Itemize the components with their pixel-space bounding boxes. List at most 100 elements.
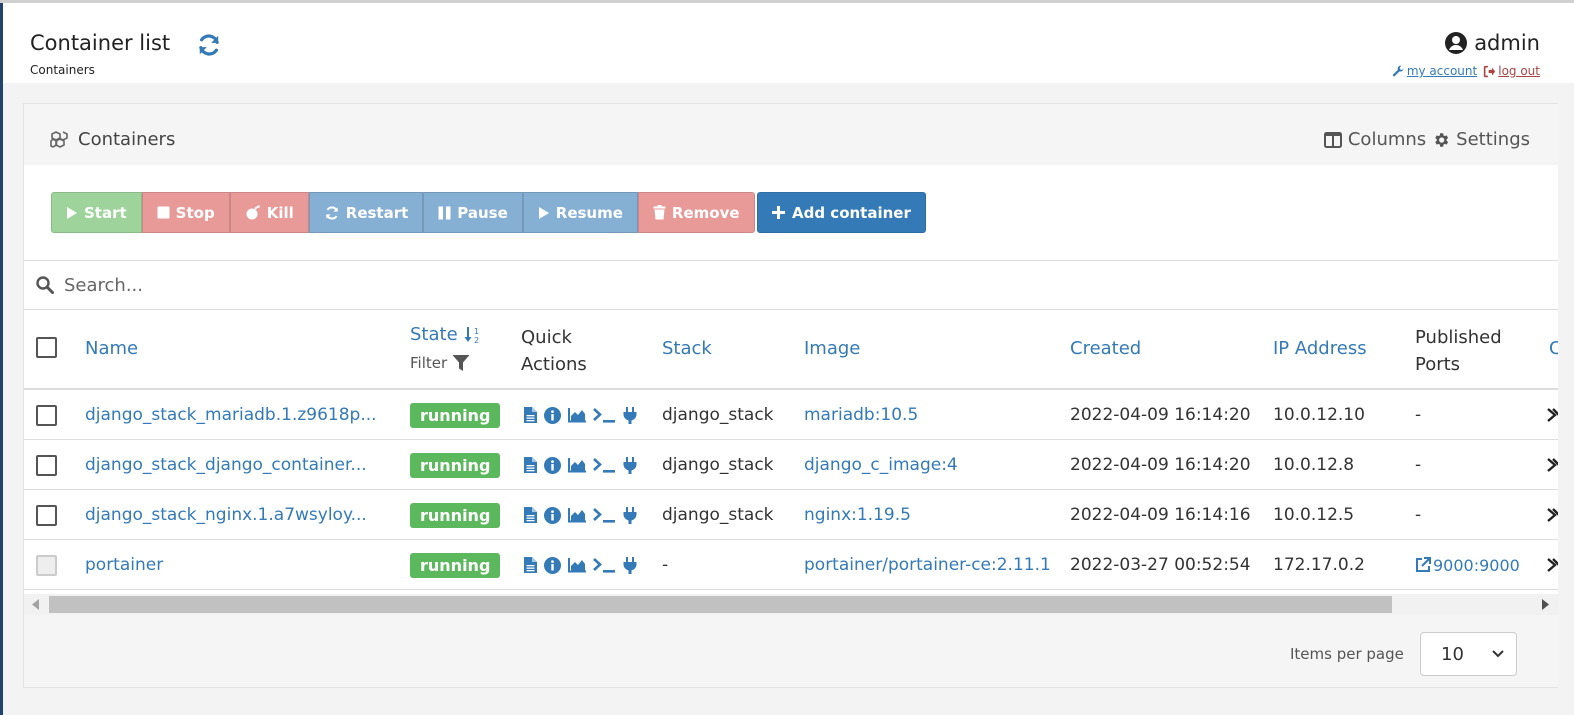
my-account-label[interactable]: my account	[1407, 64, 1477, 78]
attach-icon[interactable]	[623, 406, 637, 424]
scrollbar-thumb[interactable]	[49, 596, 1392, 613]
user-display: admin	[1444, 31, 1540, 55]
logs-icon[interactable]	[524, 407, 537, 423]
user-links: my account log out	[1392, 64, 1540, 78]
image-link[interactable]: django_c_image:4	[804, 440, 958, 490]
column-ip-address[interactable]: IP Address	[1273, 338, 1367, 359]
log-out-label[interactable]: log out	[1498, 64, 1540, 78]
svg-text:2: 2	[474, 336, 479, 344]
sign-out-icon	[1484, 65, 1496, 77]
row-checkbox-cell	[36, 390, 57, 440]
add-container-button[interactable]: Add container	[757, 192, 926, 233]
status-badge: running	[410, 552, 501, 578]
container-name[interactable]: portainer	[85, 540, 163, 590]
row-checkbox	[36, 554, 57, 576]
start-button[interactable]: Start	[51, 192, 142, 233]
image-link[interactable]: portainer/portainer-ce:2.11.1	[804, 540, 1051, 590]
settings-toggle[interactable]: Settings	[1432, 129, 1530, 150]
console-icon[interactable]	[593, 457, 616, 473]
row-checkbox-cell	[36, 540, 57, 590]
state-cell: running	[410, 440, 501, 490]
container-name[interactable]: django_stack_mariadb.1.z9618p...	[85, 390, 377, 440]
console-icon[interactable]	[593, 557, 616, 573]
play-icon	[67, 206, 77, 219]
remove-button[interactable]: Remove	[637, 192, 755, 233]
image-link[interactable]: nginx:1.19.5	[804, 490, 911, 540]
containers-table: Name State 1 2 Filter Quick Actions Stac…	[24, 310, 1558, 594]
stats-icon[interactable]	[568, 457, 586, 473]
table-row: django_stack_nginx.1.a7wsyloy... running…	[24, 490, 1558, 540]
row-checkbox[interactable]	[36, 454, 57, 476]
published-port-link[interactable]: 9000:9000	[1415, 540, 1520, 590]
actions-toolbar: Start Stop Kill Restart Pause Resume Rem…	[24, 165, 1558, 260]
stats-icon[interactable]	[568, 407, 586, 423]
resume-button[interactable]: Resume	[522, 192, 638, 233]
state-cell: running	[410, 540, 501, 590]
stop-icon	[157, 206, 170, 219]
restart-button[interactable]: Restart	[308, 192, 424, 233]
kill-button[interactable]: Kill	[229, 192, 309, 233]
log-out-link[interactable]: log out	[1483, 64, 1540, 78]
window-left-border	[0, 0, 3, 715]
row-checkbox[interactable]	[36, 404, 57, 426]
console-icon[interactable]	[593, 507, 616, 523]
columns-toggle[interactable]: Columns	[1323, 129, 1427, 150]
search-input[interactable]	[62, 273, 566, 297]
add-container-label: Add container	[792, 203, 911, 222]
attach-icon[interactable]	[623, 556, 637, 574]
logs-icon[interactable]	[524, 457, 537, 473]
username: admin	[1474, 31, 1540, 55]
column-image[interactable]: Image	[804, 338, 860, 359]
my-account-link[interactable]: my account	[1392, 64, 1477, 78]
stop-button[interactable]: Stop	[141, 192, 230, 233]
column-state[interactable]: State 1 2	[410, 324, 482, 345]
column-cut-off[interactable]: C	[1549, 338, 1558, 359]
stats-icon[interactable]	[568, 507, 586, 523]
select-all-checkbox[interactable]	[36, 337, 57, 358]
column-name[interactable]: Name	[85, 338, 138, 359]
attach-icon[interactable]	[623, 506, 637, 524]
inspect-icon[interactable]	[544, 456, 561, 474]
ip-address-cell: 172.17.0.2	[1273, 555, 1365, 575]
container-name[interactable]: django_stack_nginx.1.a7wsyloy...	[85, 490, 367, 540]
logs-icon[interactable]	[524, 557, 537, 573]
pause-label: Pause	[457, 203, 508, 222]
attach-icon[interactable]	[623, 456, 637, 474]
inspect-icon[interactable]	[544, 406, 561, 424]
inspect-icon[interactable]	[544, 506, 561, 524]
state-filter[interactable]: Filter	[410, 354, 470, 372]
resume-label: Resume	[555, 203, 623, 222]
column-created[interactable]: Created	[1070, 338, 1141, 359]
page-header: Container list Containers admin my accou…	[3, 3, 1574, 83]
breadcrumb: Containers	[30, 63, 95, 77]
row-checkbox-cell	[36, 440, 57, 490]
horizontal-scrollbar[interactable]	[24, 594, 1558, 615]
row-checkbox-cell	[36, 490, 57, 540]
image-link[interactable]: mariadb:10.5	[804, 390, 918, 440]
truncated-icon	[1547, 558, 1558, 572]
external-link-icon	[1416, 557, 1431, 572]
ip-address-cell: 10.0.12.5	[1273, 505, 1355, 525]
row-checkbox[interactable]	[36, 504, 57, 526]
columns-label: Columns	[1347, 129, 1427, 150]
scroll-right-arrow-icon[interactable]	[1541, 599, 1549, 610]
items-per-page-select[interactable]: 10	[1420, 632, 1517, 676]
container-name[interactable]: django_stack_django_container...	[85, 440, 367, 490]
inspect-icon[interactable]	[544, 556, 561, 574]
pause-icon	[438, 206, 451, 219]
search-bar	[24, 260, 1558, 310]
pause-button[interactable]: Pause	[423, 192, 523, 233]
bomb-icon	[246, 205, 260, 220]
chevron-down-icon	[1492, 650, 1504, 658]
items-per-page-value: 10	[1441, 643, 1464, 665]
created-cell: 2022-03-27 00:52:54	[1070, 555, 1251, 575]
remove-label: Remove	[671, 203, 740, 222]
column-stack[interactable]: Stack	[662, 338, 712, 359]
user-circle-icon	[1445, 32, 1468, 54]
refresh-icon[interactable]	[196, 32, 222, 58]
cubes-icon	[50, 130, 68, 148]
scroll-left-arrow-icon[interactable]	[32, 599, 40, 610]
stats-icon[interactable]	[568, 557, 586, 573]
logs-icon[interactable]	[524, 507, 537, 523]
console-icon[interactable]	[593, 407, 616, 423]
